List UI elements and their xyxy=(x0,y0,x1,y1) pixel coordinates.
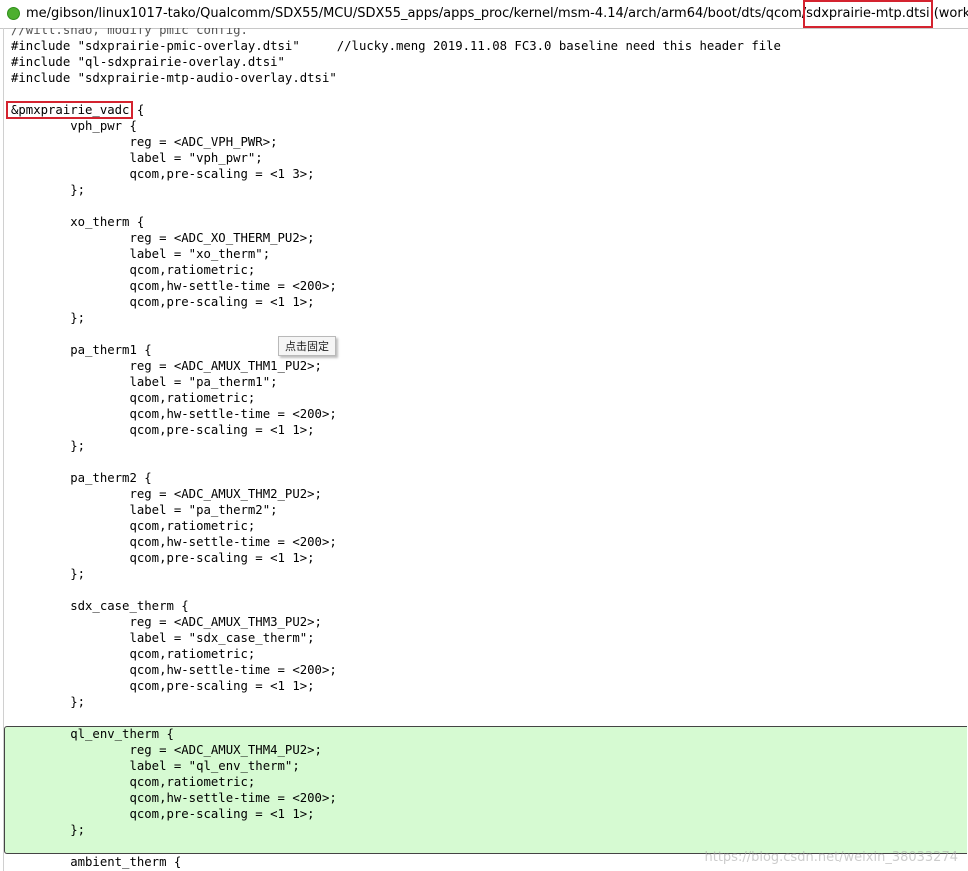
code-line: qcom,ratiometric; xyxy=(11,263,256,277)
code-line: ql_env_therm { xyxy=(11,727,174,741)
file-path: me/gibson/linux1017-tako/Qualcomm/SDX55/… xyxy=(26,6,968,21)
code-line: label = "sdx_case_therm"; xyxy=(11,631,315,645)
code-line: qcom,pre-scaling = <1 1>; xyxy=(11,679,315,693)
code-line: qcom,pre-scaling = <1 1>; xyxy=(11,807,315,821)
code-line: }; xyxy=(11,183,86,197)
code-line: #include "sdxprairie-pmic-overlay.dtsi" … xyxy=(11,39,781,53)
code-line: xo_therm { xyxy=(11,215,145,229)
code-line: }; xyxy=(11,695,86,709)
code-editor[interactable]: //will.shao, modify pmic config. #include… xyxy=(3,28,967,871)
code-line: }; xyxy=(11,439,86,453)
code-line: }; xyxy=(11,567,86,581)
code-line: pa_therm1 { xyxy=(11,343,152,357)
code-line: qcom,ratiometric; xyxy=(11,519,256,533)
code-line: label = "vph_pwr"; xyxy=(11,151,263,165)
code-line: qcom,hw-settle-time = <200>; xyxy=(11,791,337,805)
code-line: reg = <ADC_VPH_PWR>; xyxy=(11,135,278,149)
code-line: qcom,hw-settle-time = <200>; xyxy=(11,663,337,677)
file-name: sdxprairie-mtp.dtsi xyxy=(806,6,930,21)
code-line: qcom,pre-scaling = <1 1>; xyxy=(11,295,315,309)
code-line: reg = <ADC_AMUX_THM3_PU2>; xyxy=(11,615,322,629)
code-line: qcom,hw-settle-time = <200>; xyxy=(11,407,337,421)
code-line: }; xyxy=(11,311,86,325)
code-line: label = "xo_therm"; xyxy=(11,247,271,261)
code-line: reg = <ADC_AMUX_THM2_PU2>; xyxy=(11,487,322,501)
code-line: #include "sdxprairie-mtp-audio-overlay.d… xyxy=(11,71,337,85)
code-line: }; xyxy=(11,823,86,837)
code-line: label = "pa_therm2"; xyxy=(11,503,278,517)
green-dot-icon xyxy=(7,7,20,20)
code-line: &pmxprairie_vadc { xyxy=(11,103,145,117)
code-line: qcom,hw-settle-time = <200>; xyxy=(11,535,337,549)
code-line: label = "ql_env_therm"; xyxy=(11,759,300,773)
code-line: reg = <ADC_AMUX_THM4_PU2>; xyxy=(11,743,322,757)
code-line: reg = <ADC_AMUX_THM1_PU2>; xyxy=(11,359,322,373)
code-line: qcom,pre-scaling = <1 1>; xyxy=(11,423,315,437)
code-line: pa_therm2 { xyxy=(11,471,152,485)
code-line: #include "ql-sdxprairie-overlay.dtsi" xyxy=(11,55,285,69)
code-line: ambient_therm { xyxy=(11,855,182,869)
workspace-file-label: (workspace file) xyxy=(933,6,968,21)
watermark: https://blog.csdn.net/weixin_38033274 xyxy=(704,850,958,865)
code-line: qcom,hw-settle-time = <200>; xyxy=(11,279,337,293)
code-line: reg = <ADC_XO_THERM_PU2>; xyxy=(11,231,315,245)
code-line: //will.shao, modify pmic config. xyxy=(11,28,248,37)
code-line: vph_pwr { xyxy=(11,119,137,133)
code-line: qcom,pre-scaling = <1 3>; xyxy=(11,167,315,181)
code-line: label = "pa_therm1"; xyxy=(11,375,278,389)
code-line: qcom,ratiometric; xyxy=(11,647,256,661)
path-prefix: me/gibson/linux1017-tako/Qualcomm/SDX55/… xyxy=(26,6,807,21)
code-line: qcom,pre-scaling = <1 1>; xyxy=(11,551,315,565)
title-bar: me/gibson/linux1017-tako/Qualcomm/SDX55/… xyxy=(0,0,968,29)
pin-tooltip: 点击固定 xyxy=(278,336,336,356)
code-line: qcom,ratiometric; xyxy=(11,391,256,405)
code-line: qcom,ratiometric; xyxy=(11,775,256,789)
code-line: sdx_case_therm { xyxy=(11,599,189,613)
